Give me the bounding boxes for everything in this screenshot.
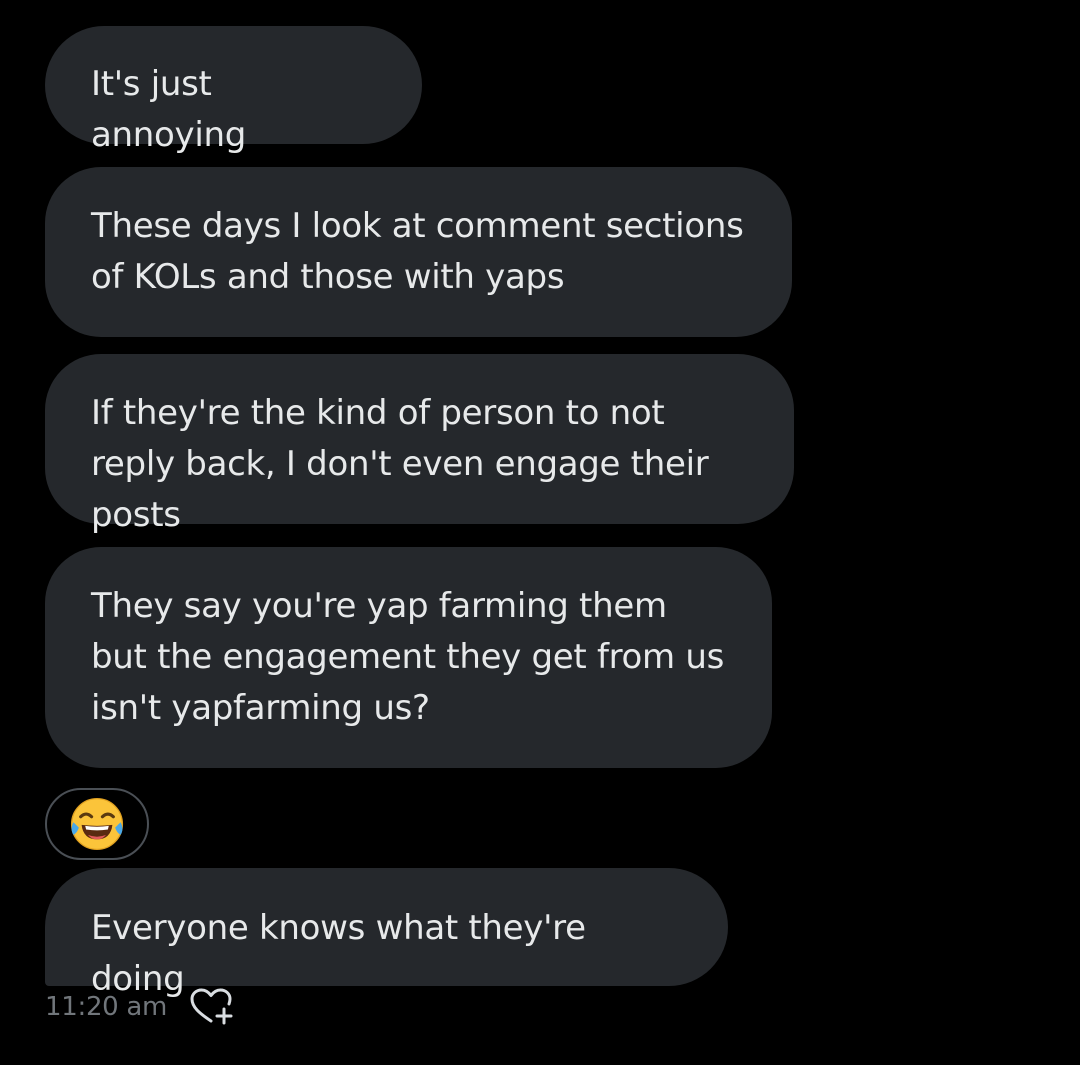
message-row: Everyone knows what they're doing: [45, 868, 805, 999]
message-bubble[interactable]: It's just annoying: [45, 26, 422, 155]
emoji-message[interactable]: [45, 788, 149, 860]
message-bubble[interactable]: If they're the kind of person to not rep…: [45, 354, 794, 535]
message-row: [45, 788, 805, 860]
message-row: If they're the kind of person to not rep…: [45, 337, 805, 535]
heart-plus-icon[interactable]: [189, 987, 235, 1027]
face-with-tears-of-joy-icon: [70, 797, 124, 851]
message-bubble[interactable]: These days I look at comment sections of…: [45, 167, 792, 337]
message-thread: It's just annoying These days I look at …: [45, 26, 805, 999]
timestamp: 11:20 am: [45, 992, 168, 1022]
message-row: It's just annoying: [45, 26, 805, 155]
message-meta: 11:20 am: [45, 985, 235, 1029]
message-row: They say you're yap farming them but the…: [45, 530, 805, 768]
message-row: These days I look at comment sections of…: [45, 150, 805, 337]
message-bubble[interactable]: They say you're yap farming them but the…: [45, 547, 772, 768]
message-bubble[interactable]: Everyone knows what they're doing: [45, 868, 728, 999]
